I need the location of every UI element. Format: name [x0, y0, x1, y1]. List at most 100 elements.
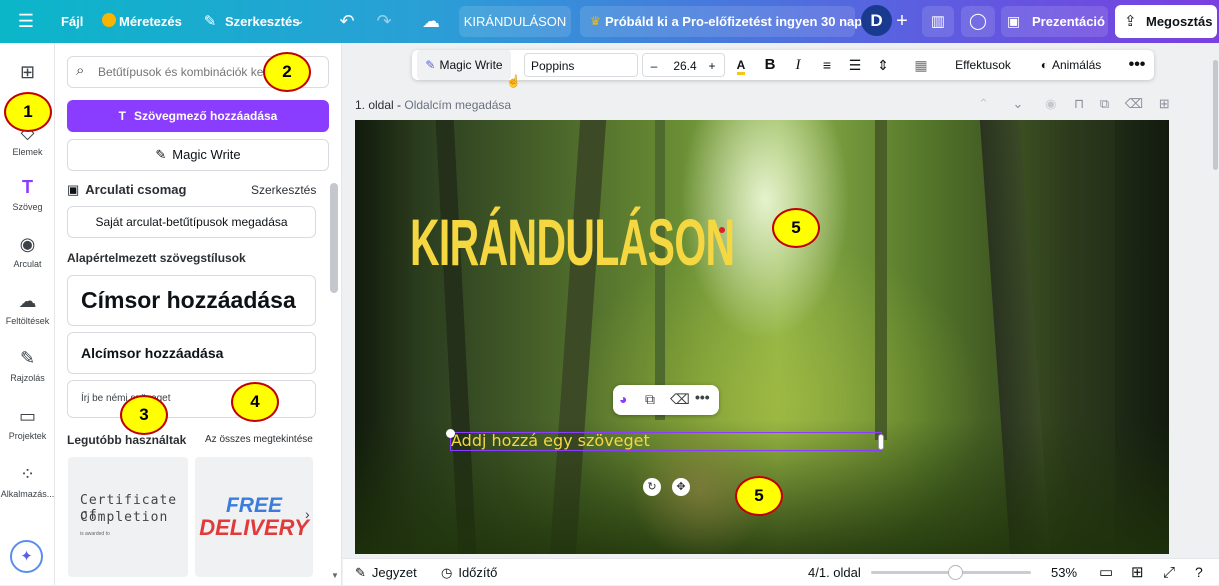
pages-view-icon[interactable]: ▭	[1099, 559, 1113, 586]
more-options-icon[interactable]: •••	[695, 389, 710, 405]
magic-write-button[interactable]: ✎ Magic Write	[67, 139, 329, 171]
chevron-right-icon[interactable]: ›	[305, 506, 310, 522]
help-icon[interactable]: ?	[1195, 559, 1203, 586]
resize-handle[interactable]	[446, 429, 455, 438]
edit-menu[interactable]: Szerkesztés	[225, 0, 299, 43]
rail-item-draw[interactable]: ✎ Rajzolás	[0, 347, 55, 383]
recent-template-certificate[interactable]: Certificate of Completion is awarded to	[68, 457, 188, 577]
subheading-style-button[interactable]: Alcímsor hozzáadása	[67, 332, 316, 374]
timer-icon: ◷	[441, 565, 453, 580]
hamburger-icon[interactable]: ☰	[12, 0, 40, 43]
zoom-slider-handle[interactable]	[948, 565, 964, 580]
brand-fonts-button[interactable]: Saját arculat-betűtípusok megadása	[67, 206, 316, 238]
heading-style-button[interactable]: Címsor hozzáadása	[67, 275, 316, 326]
delivery-title-line2: DELIVERY	[199, 515, 309, 540]
rail-item-projects[interactable]: ▭ Projektek	[0, 405, 55, 441]
magic-icon[interactable]: ◕	[619, 391, 627, 407]
rail-label: Alkalmazás...	[0, 489, 55, 499]
zoom-level[interactable]: 53%	[1051, 559, 1077, 586]
rail-item-apps[interactable]: ⁘ Alkalmazás...	[0, 463, 55, 499]
duplicate-icon[interactable]: ⧉	[1100, 96, 1109, 111]
present-button[interactable]: ▣ Prezentáció	[1001, 6, 1108, 37]
page-title-input[interactable]: Oldalcím megadása	[404, 98, 511, 112]
rail-label: Rajzolás	[10, 373, 45, 383]
font-size-input[interactable]: 26.4	[667, 51, 703, 81]
animate-label: Animálás	[1051, 58, 1102, 72]
draw-icon: ✎	[19, 348, 36, 368]
headline-text[interactable]: KIRÁNDULÁSON	[410, 202, 735, 282]
chevron-down-icon[interactable]: ⌄	[1013, 96, 1024, 111]
align-icon[interactable]: ≡	[816, 50, 838, 80]
font-size-decrease-button[interactable]: –	[647, 51, 661, 81]
comments-button[interactable]: ◯	[961, 6, 995, 37]
rail-item-brand[interactable]: ◉ Arculat	[0, 233, 55, 269]
spacing-icon[interactable]: ⇕	[872, 50, 894, 80]
add-member-icon[interactable]: +	[892, 0, 912, 43]
notes-button[interactable]: ✎ Jegyzet	[355, 559, 417, 586]
add-page-icon[interactable]: ⊞	[1159, 96, 1170, 111]
duplicate-icon[interactable]: ⧉	[645, 391, 655, 408]
title-box[interactable]: KIRÁNDULÁSON	[459, 6, 571, 37]
add-textbox-button[interactable]: T Szövegmező hozzáadása	[67, 100, 329, 132]
selected-textbox[interactable]: Addj hozzá egy szöveget	[450, 431, 882, 451]
rail-label: Projektek	[8, 431, 47, 441]
more-options-icon[interactable]: •••	[1124, 50, 1150, 80]
rotate-icon[interactable]: ↻	[643, 478, 661, 496]
zoom-slider[interactable]	[871, 565, 1031, 580]
text-t-icon: T	[118, 109, 126, 123]
trash-icon[interactable]: ⌫	[1125, 96, 1143, 111]
crown-icon: ♛	[590, 14, 601, 28]
annotation-marker: 5	[735, 476, 783, 516]
canvas-scrollbar[interactable]	[1213, 60, 1218, 170]
italic-icon[interactable]: I	[788, 50, 808, 80]
font-size-increase-button[interactable]: +	[705, 51, 719, 81]
magic-write-tool[interactable]: ✎ Magic Write	[417, 50, 511, 80]
magic-icon[interactable]: ✦	[10, 540, 43, 573]
textbox-placeholder[interactable]: Addj hozzá egy szöveget	[451, 431, 650, 450]
trash-icon[interactable]: ⌫	[670, 391, 690, 408]
hide-icon[interactable]: ◉	[1045, 96, 1056, 111]
text-color-button[interactable]: A	[730, 50, 752, 80]
insights-button[interactable]: ▥	[922, 6, 954, 37]
brand-edit-link[interactable]: Szerkesztés	[251, 182, 316, 198]
see-all-link[interactable]: Az összes megtekintése	[205, 434, 313, 445]
apps-icon: ⁘	[19, 464, 36, 484]
move-icon[interactable]: ✥	[672, 478, 690, 496]
bar-chart-icon: ▥	[930, 13, 946, 30]
resize-handle[interactable]	[878, 434, 884, 450]
file-menu[interactable]: Fájl	[61, 0, 83, 43]
list-icon[interactable]: ☰	[844, 50, 866, 80]
chevron-up-icon[interactable]: ⌃	[978, 96, 989, 111]
font-family-select[interactable]: Poppins	[524, 53, 638, 77]
font-size-stepper: – 26.4 +	[642, 53, 725, 77]
panel-scrollbar[interactable]	[330, 183, 338, 293]
undo-icon[interactable]: ↶	[335, 0, 359, 43]
resize-button[interactable]: Méretezés	[119, 0, 182, 43]
effects-button[interactable]: Effektusok	[950, 50, 1016, 80]
red-dot	[719, 227, 725, 233]
rail-item-layouts[interactable]: ⊞	[0, 61, 55, 83]
document-title: KIRÁNDULÁSON	[463, 14, 567, 29]
text-toolbar: ✎ Magic Write Poppins – 26.4 + A B I ≡ ☰ …	[412, 50, 1154, 80]
rail-item-text[interactable]: T Szöveg	[0, 176, 55, 212]
fullscreen-icon[interactable]: ⤢	[1163, 559, 1175, 586]
tree-trunk	[875, 120, 887, 440]
cloud-icon[interactable]: ☁	[418, 0, 444, 43]
pro-trial-button[interactable]: ♛ Próbáld ki a Pro-előfizetést ingyen 30…	[580, 6, 874, 37]
redo-icon[interactable]: ↷	[372, 0, 396, 43]
text-icon: T	[22, 177, 33, 197]
chevron-down-icon[interactable]: ⌄	[292, 0, 308, 43]
transparency-icon[interactable]: ▦	[910, 50, 932, 80]
grid-view-icon[interactable]: ⊞	[1131, 559, 1144, 586]
scroll-down-icon[interactable]: ▼	[331, 571, 339, 580]
recent-template-delivery[interactable]: FREE DELIVERY	[195, 457, 313, 577]
lock-icon[interactable]: ⊓	[1074, 96, 1084, 111]
animate-button[interactable]: ◐ Animálás	[1032, 50, 1110, 80]
timer-button[interactable]: ◷ Időzítő	[441, 559, 497, 586]
avatar[interactable]: D	[861, 5, 892, 36]
bold-icon[interactable]: B	[760, 50, 780, 80]
rail-item-uploads[interactable]: ☁ Feltöltések	[0, 290, 55, 326]
page-count[interactable]: 4/1. oldal	[808, 559, 861, 586]
magic-write-label: Magic Write	[172, 147, 241, 162]
share-button[interactable]: ⇪ Megosztás	[1115, 5, 1217, 38]
